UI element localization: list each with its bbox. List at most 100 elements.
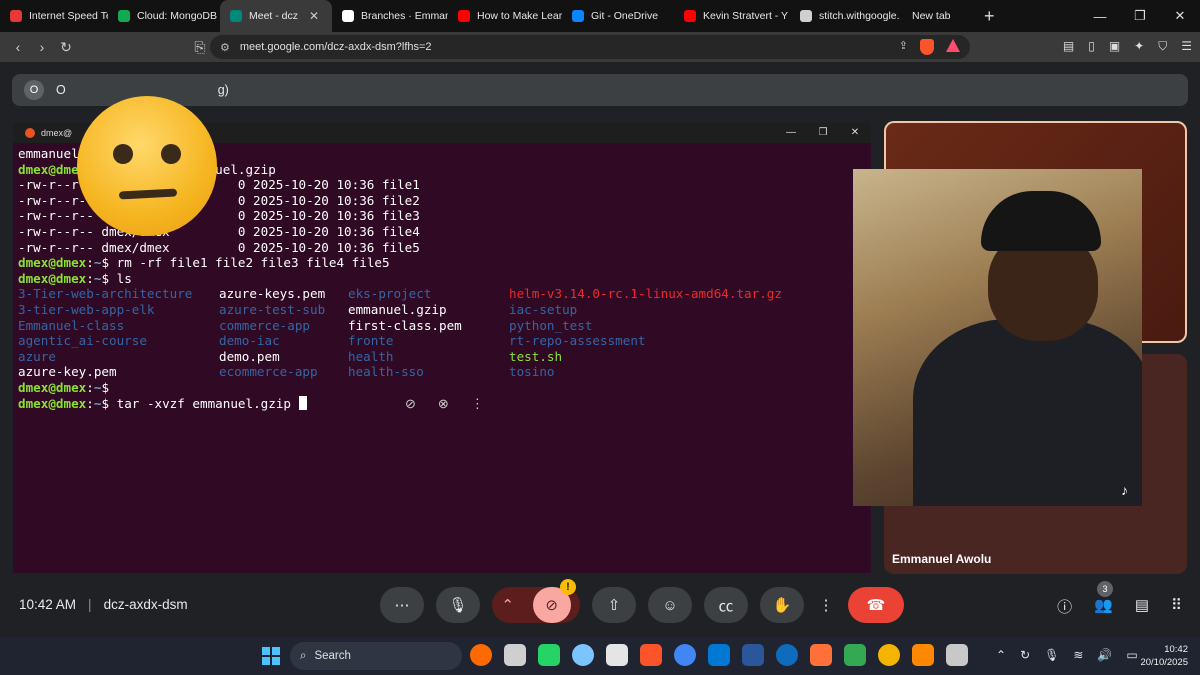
back-icon[interactable]: ‹ — [6, 39, 30, 55]
wallet-icon[interactable]: ▣ — [1109, 39, 1120, 54]
raise-hand-icon[interactable]: ✋ — [760, 587, 804, 623]
ls-entry: commerce-app — [219, 317, 310, 333]
ls-entry: test.sh — [509, 348, 563, 364]
share-icon[interactable]: ⇪ — [899, 39, 908, 55]
bookmark-icon[interactable]: ⎘ — [188, 39, 212, 56]
minimize-window-icon[interactable]: — — [1080, 0, 1120, 32]
meeting-details-icon[interactable]: ⓘ — [1057, 596, 1072, 617]
brave-rewards-icon[interactable] — [946, 39, 960, 52]
chat-icon[interactable]: ▤ — [1135, 596, 1149, 617]
restore-window-icon[interactable]: ❐ — [1120, 0, 1160, 32]
meeting-info: 10:42 AM | dcz-axdx-dsm — [19, 597, 188, 612]
taskbar-app-icon[interactable] — [470, 644, 492, 666]
tab-close-icon[interactable]: ✕ — [309, 9, 319, 23]
tab-label: New tab — [912, 10, 951, 22]
tab-label: Meet - dcz — [249, 10, 299, 22]
close-window-icon[interactable]: ✕ — [1160, 0, 1200, 32]
ls-entry: eks-project — [348, 286, 432, 302]
ls-entry: demo.pem — [219, 348, 280, 364]
taskbar-app-icon[interactable] — [640, 644, 662, 666]
captions-icon[interactable]: ㏄ — [704, 587, 748, 623]
battery-icon[interactable]: ▭ — [1126, 648, 1137, 662]
maximize-icon[interactable]: ❐ — [807, 123, 839, 143]
minimize-icon[interactable]: — — [775, 123, 807, 143]
prompt-dollar: $ — [101, 395, 117, 411]
tray-expand-icon[interactable]: ⌃ — [996, 648, 1006, 662]
pin-off-icon[interactable]: ⊘ — [405, 396, 416, 412]
ls-entry: ecommerce-app — [219, 364, 318, 380]
taskbar-app-icon[interactable] — [878, 644, 900, 666]
tiktok-icon: ♪ — [1121, 482, 1128, 498]
info-divider: | — [88, 597, 92, 612]
taskbar-app-icon[interactable] — [776, 644, 798, 666]
address-bar[interactable]: ⚙ meet.google.com/dcz-axdx-dsm?lfhs=2 ⇪ — [210, 35, 970, 59]
tab-label: Cloud: MongoDB — [137, 10, 217, 22]
browser-tab[interactable]: How to Make Lear — [448, 0, 562, 32]
menu-icon[interactable]: ☰ — [1181, 39, 1192, 54]
emoji-reaction-icon[interactable]: ☺ — [648, 587, 692, 623]
taskbar-app-icon[interactable] — [572, 644, 594, 666]
sync-icon[interactable]: ↻ — [1020, 648, 1030, 662]
site-settings-icon[interactable]: ⚙ — [220, 41, 230, 54]
taskbar-app-icon[interactable] — [674, 644, 696, 666]
browser-tab[interactable]: Meet - dcz ✕ — [220, 0, 332, 32]
taskbar-app-icon[interactable] — [810, 644, 832, 666]
browser-tab[interactable]: Cloud: MongoDB — [108, 0, 220, 32]
command-text: ls — [116, 270, 132, 286]
terminal-title: dmex@ — [41, 128, 73, 138]
reaction-emoji-neutral-face — [77, 96, 217, 236]
people-icon[interactable]: 👥 — [1094, 596, 1113, 617]
prompt-colon: : — [86, 270, 94, 286]
meeting-controls-bar: 10:42 AM | dcz-axdx-dsm ⋯ 🎙 ⌃ ⊘ ! ⇧ ☺ ㏄ … — [0, 579, 1200, 630]
forward-icon[interactable]: › — [30, 39, 54, 55]
clock-date: 20/10/2025 — [1140, 657, 1188, 668]
taskbar-app-icon[interactable] — [844, 644, 866, 666]
taskbar-app-icon[interactable] — [606, 644, 628, 666]
prompt-user: dmex@dmex — [18, 395, 87, 411]
taskbar-app-icon[interactable] — [708, 644, 730, 666]
browser-tab[interactable]: New tab — [902, 0, 972, 32]
leo-ai-icon[interactable]: ✦ — [1134, 39, 1144, 54]
browser-tab[interactable]: Git - OneDrive — [562, 0, 674, 32]
wifi-icon[interactable]: ≋ — [1073, 648, 1083, 662]
reload-icon[interactable]: ↻ — [54, 39, 78, 56]
vpn-icon[interactable]: ⛉ — [1158, 39, 1167, 54]
more-options-icon[interactable]: ⋮ — [471, 396, 484, 412]
present-screen-icon[interactable]: ⇧ — [592, 587, 636, 623]
close-icon[interactable]: ✕ — [839, 123, 871, 143]
more-options-icon[interactable]: ⋮ — [816, 587, 836, 623]
browser-tab[interactable]: stitch.withgoogle. — [790, 0, 902, 32]
microphone-icon[interactable]: 🎙 — [436, 587, 480, 623]
reader-mode-icon[interactable]: ▤ — [1063, 39, 1074, 54]
browser-tab[interactable]: Kevin Stratvert - Y — [674, 0, 790, 32]
taskbar-search[interactable]: ⌕ Search — [290, 642, 462, 670]
taskbar-app-icon[interactable] — [538, 644, 560, 666]
tab-label: How to Make Lear — [477, 10, 562, 22]
ls-entry: azure-test-sub — [219, 301, 326, 317]
leave-call-icon[interactable]: ☎ — [848, 587, 904, 623]
mute-off-icon[interactable]: ⊗ — [438, 396, 449, 412]
prompt-dollar: $ — [101, 255, 117, 271]
camera-control[interactable]: ⌃ ⊘ ! — [492, 579, 580, 623]
ls-entry: azure-key.pem — [18, 364, 117, 380]
start-icon[interactable] — [262, 647, 280, 665]
taskbar-app-icon[interactable] — [504, 644, 526, 666]
participant-count-badge: 3 — [1097, 581, 1113, 597]
taskbar-clock[interactable]: 10:42 20/10/2025 — [1140, 643, 1188, 669]
mic-tray-icon[interactable]: 🎙 — [1044, 648, 1059, 662]
brave-shields-icon[interactable] — [920, 39, 934, 55]
taskbar-app-icon[interactable] — [742, 644, 764, 666]
activities-icon[interactable]: ⠿ — [1171, 596, 1182, 617]
sidebar-icon[interactable]: ▯ — [1088, 39, 1095, 54]
volume-icon[interactable]: 🔊 — [1097, 648, 1112, 662]
ls-entry: python_test — [509, 317, 593, 333]
tab-favicon-icon — [684, 10, 696, 22]
browser-tab[interactable]: Branches · Emman — [332, 0, 448, 32]
camera-options-chevron-icon[interactable]: ⌃ — [501, 596, 514, 614]
presenter-text-prefix: O — [56, 83, 66, 97]
taskbar-app-icon[interactable] — [912, 644, 934, 666]
more-reactions-icon[interactable]: ⋯ — [380, 587, 424, 623]
taskbar-app-icon[interactable] — [946, 644, 968, 666]
browser-tab[interactable]: Internet Speed Tes — [0, 0, 108, 32]
new-tab-icon[interactable]: + — [972, 6, 1007, 27]
